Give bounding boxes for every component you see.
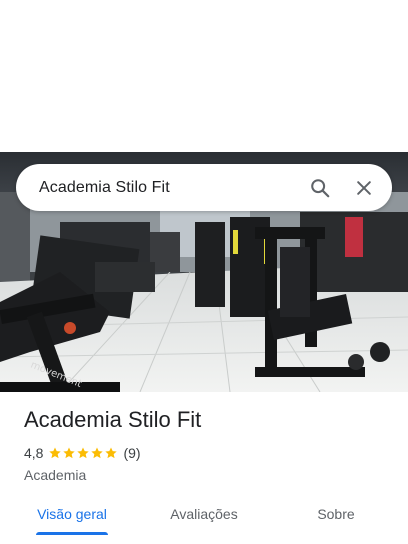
- tab-overview-label: Visão geral: [37, 506, 107, 522]
- clear-search-button[interactable]: [342, 166, 386, 210]
- place-category[interactable]: Academia: [24, 467, 394, 483]
- star-icon: [91, 447, 104, 459]
- tab-about-label: Sobre: [317, 506, 355, 522]
- search-icon: [311, 178, 330, 197]
- place-tabs: Visão geral Avaliações Sobre: [0, 494, 408, 544]
- search-button[interactable]: [298, 166, 342, 210]
- star-icon: [49, 447, 62, 459]
- search-input[interactable]: Academia Stilo Fit: [39, 179, 298, 197]
- tab-overview[interactable]: Visão geral: [20, 494, 124, 534]
- rating-stars: [48, 446, 118, 460]
- rating-row[interactable]: 4,8 (9): [24, 444, 394, 462]
- tab-about[interactable]: Sobre: [284, 494, 388, 534]
- close-icon: [357, 180, 371, 195]
- place-info: Academia Stilo Fit 4,8 (9) Academia: [24, 406, 394, 483]
- star-icon: [63, 447, 76, 459]
- place-title: Academia Stilo Fit: [24, 407, 202, 432]
- star-icon: [77, 447, 90, 459]
- search-bar[interactable]: Academia Stilo Fit: [16, 164, 392, 211]
- review-count[interactable]: (9): [123, 445, 140, 461]
- tab-reviews[interactable]: Avaliações: [152, 494, 256, 534]
- tab-reviews-label: Avaliações: [170, 506, 238, 522]
- star-icon: [105, 447, 118, 459]
- active-tab-indicator: [36, 532, 108, 535]
- rating-value: 4,8: [24, 445, 44, 461]
